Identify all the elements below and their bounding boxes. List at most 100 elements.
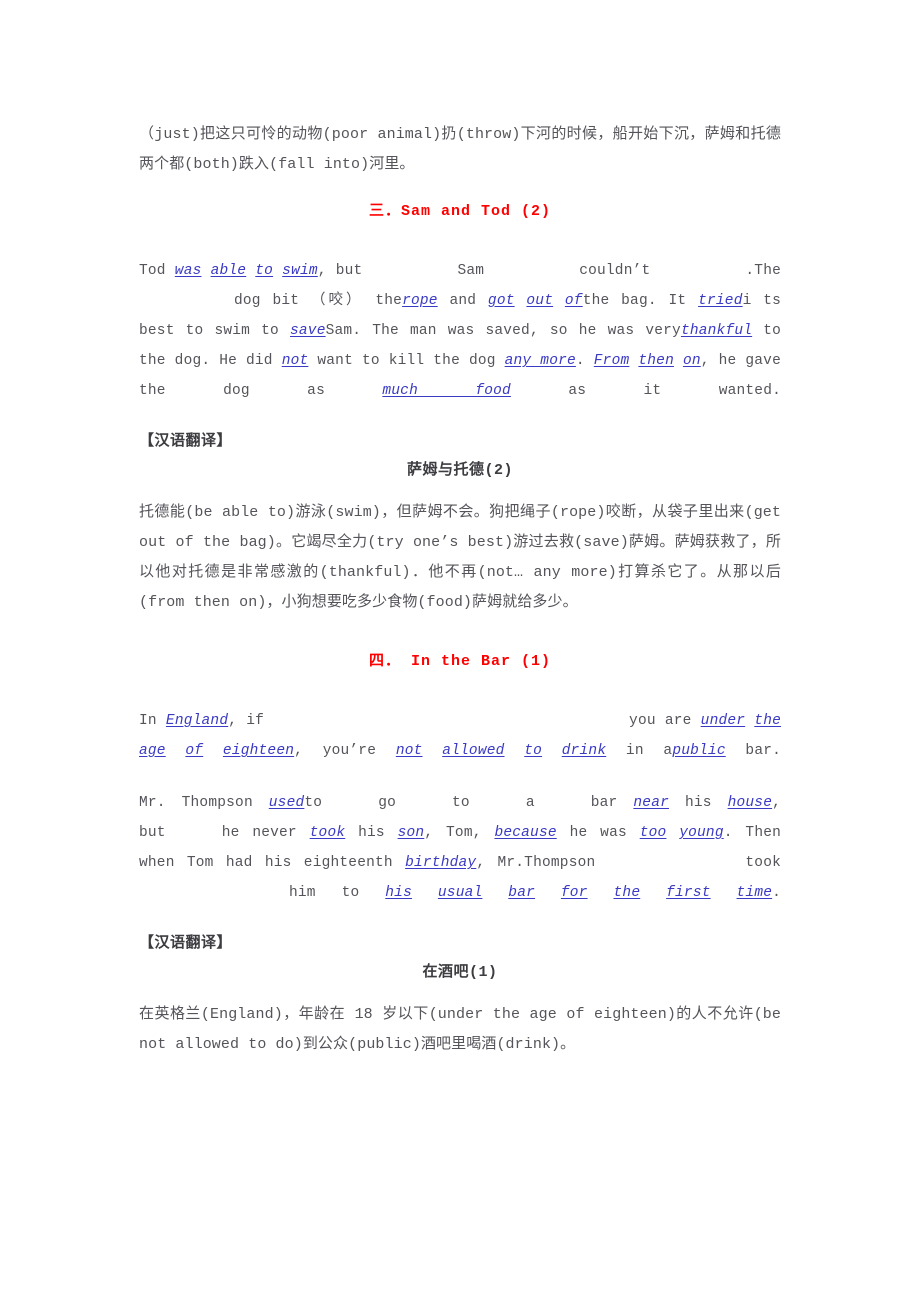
exercise-paragraph-in-the-bar-intro: In England, if you are under the age of e…	[139, 706, 781, 766]
text-fragment: bar	[590, 795, 618, 811]
answer-blank[interactable]: was	[175, 263, 202, 279]
answer-blank[interactable]: any more	[505, 353, 576, 369]
answer-blank[interactable]: son	[398, 825, 425, 841]
text-fragment: , you’re	[294, 743, 377, 759]
answer-blank[interactable]: house	[728, 795, 773, 811]
answer-blank[interactable]: to	[524, 743, 542, 759]
answer-blank[interactable]: England	[166, 713, 228, 729]
text-fragment: the bag. It	[582, 293, 687, 309]
text-fragment: a	[525, 795, 535, 811]
translation-body-three: 托德能(be able to)游泳(swim)，但萨姆不会。狗把绳子(rope)…	[139, 504, 781, 611]
text-fragment: , if	[228, 713, 265, 729]
text-fragment: you are	[629, 713, 692, 729]
answer-blank[interactable]: his	[385, 885, 412, 901]
translation-body-four: 在英格兰(England)，年龄在 18 岁以下(under the age o…	[139, 1006, 781, 1053]
answer-blank[interactable]: allowed	[442, 743, 504, 759]
answer-blank[interactable]: eighteen	[223, 743, 294, 759]
answer-blank[interactable]: used	[269, 795, 305, 811]
text-fragment: .	[772, 885, 782, 901]
answer-blank[interactable]: not	[282, 353, 309, 369]
answer-blank[interactable]: time	[737, 885, 773, 901]
answer-blank[interactable]: for	[561, 885, 588, 901]
answer-blank[interactable]: save	[290, 323, 326, 339]
answer-blank[interactable]: tried	[698, 293, 743, 309]
text-fragment: couldn’t	[579, 263, 651, 279]
text-fragment: to	[304, 795, 323, 811]
answer-blank[interactable]: out	[526, 293, 553, 309]
answer-blank[interactable]: took	[310, 825, 346, 841]
answer-blank[interactable]: then	[638, 353, 674, 369]
answer-blank[interactable]: on	[683, 353, 701, 369]
text-fragment: him to	[289, 885, 360, 901]
answer-blank[interactable]: usual	[438, 885, 483, 901]
text-fragment: and	[449, 293, 477, 309]
answer-blank[interactable]: thankful	[681, 323, 752, 339]
text-fragment: , Tom,	[424, 825, 482, 841]
text-fragment: .The	[745, 263, 782, 279]
text-fragment: he was	[569, 825, 627, 841]
answer-blank[interactable]: From	[594, 353, 630, 369]
answer-blank[interactable]: able	[211, 263, 247, 279]
exercise-paragraph-thompson: Mr. Thompson usedto go to a bar near his hou…	[139, 788, 781, 908]
text-fragment: to	[452, 795, 470, 811]
text-fragment: bit （咬） the	[272, 293, 403, 309]
answer-blank[interactable]: drink	[562, 743, 607, 759]
text-fragment: , but	[317, 263, 363, 279]
answer-blank[interactable]: much food	[382, 383, 511, 399]
section-heading-three: 三．Sam and Tod (2)	[368, 203, 552, 220]
text-fragment: took	[745, 855, 782, 871]
answer-blank[interactable]: got	[488, 293, 515, 309]
answer-blank[interactable]: the	[614, 885, 641, 901]
text-fragment: .	[575, 353, 585, 369]
text-fragment: Tod	[139, 263, 166, 279]
answer-blank[interactable]: of	[565, 293, 583, 309]
text-fragment: go	[378, 795, 397, 811]
text-fragment: want to kill the dog	[317, 353, 496, 369]
answer-blank[interactable]: because	[494, 825, 556, 841]
text-fragment: Sam	[457, 263, 485, 279]
text-fragment: as it wanted.	[568, 383, 782, 399]
answer-blank[interactable]: birthday	[405, 855, 476, 871]
answer-blank[interactable]: of	[185, 743, 203, 759]
text-fragment: bar.	[745, 743, 782, 759]
text-fragment: , Mr.Thompson	[476, 855, 596, 871]
translation-title-four: 在酒吧(1)	[422, 964, 498, 981]
answer-blank[interactable]: to	[255, 263, 273, 279]
text-fragment: his	[684, 795, 712, 811]
document-page: （just)把这只可怜的动物(poor animal)扔(throw)下河的时候…	[0, 0, 920, 1302]
answer-blank[interactable]: rope	[402, 293, 438, 309]
translation-label-three: 【汉语翻译】	[139, 433, 233, 450]
text-fragment: Mr. Thompson	[139, 795, 253, 811]
text-fragment: Sam. The man was saved, so he was very	[325, 323, 681, 339]
text-fragment: his	[358, 825, 385, 841]
document-content: （just)把这只可怜的动物(poor animal)扔(throw)下河的时候…	[139, 120, 781, 1060]
translation-title-three: 萨姆与托德(2)	[406, 462, 513, 479]
exercise-paragraph-sam-and-tod: Tod was able to swim, but Sam couldn’t .The…	[139, 256, 781, 406]
answer-blank[interactable]: not	[396, 743, 423, 759]
answer-blank[interactable]: near	[633, 795, 669, 811]
text-fragment: In	[139, 713, 157, 729]
answer-blank[interactable]: age	[139, 743, 166, 759]
section-heading-four: 四． In the Bar (1)	[368, 653, 552, 670]
intro-paragraph: （just)把这只可怜的动物(poor animal)扔(throw)下河的时候…	[139, 126, 781, 173]
translation-label-four: 【汉语翻译】	[139, 935, 233, 952]
answer-blank[interactable]: swim	[282, 263, 318, 279]
answer-blank[interactable]: too	[640, 825, 667, 841]
answer-blank[interactable]: under	[701, 713, 746, 729]
text-fragment: dog	[234, 293, 261, 309]
answer-blank[interactable]: young	[679, 825, 724, 841]
text-fragment: in a	[625, 743, 673, 759]
answer-blank[interactable]: bar	[508, 885, 535, 901]
answer-blank[interactable]: the	[754, 713, 781, 729]
answer-blank[interactable]: public	[672, 743, 725, 759]
answer-blank[interactable]: first	[666, 885, 711, 901]
